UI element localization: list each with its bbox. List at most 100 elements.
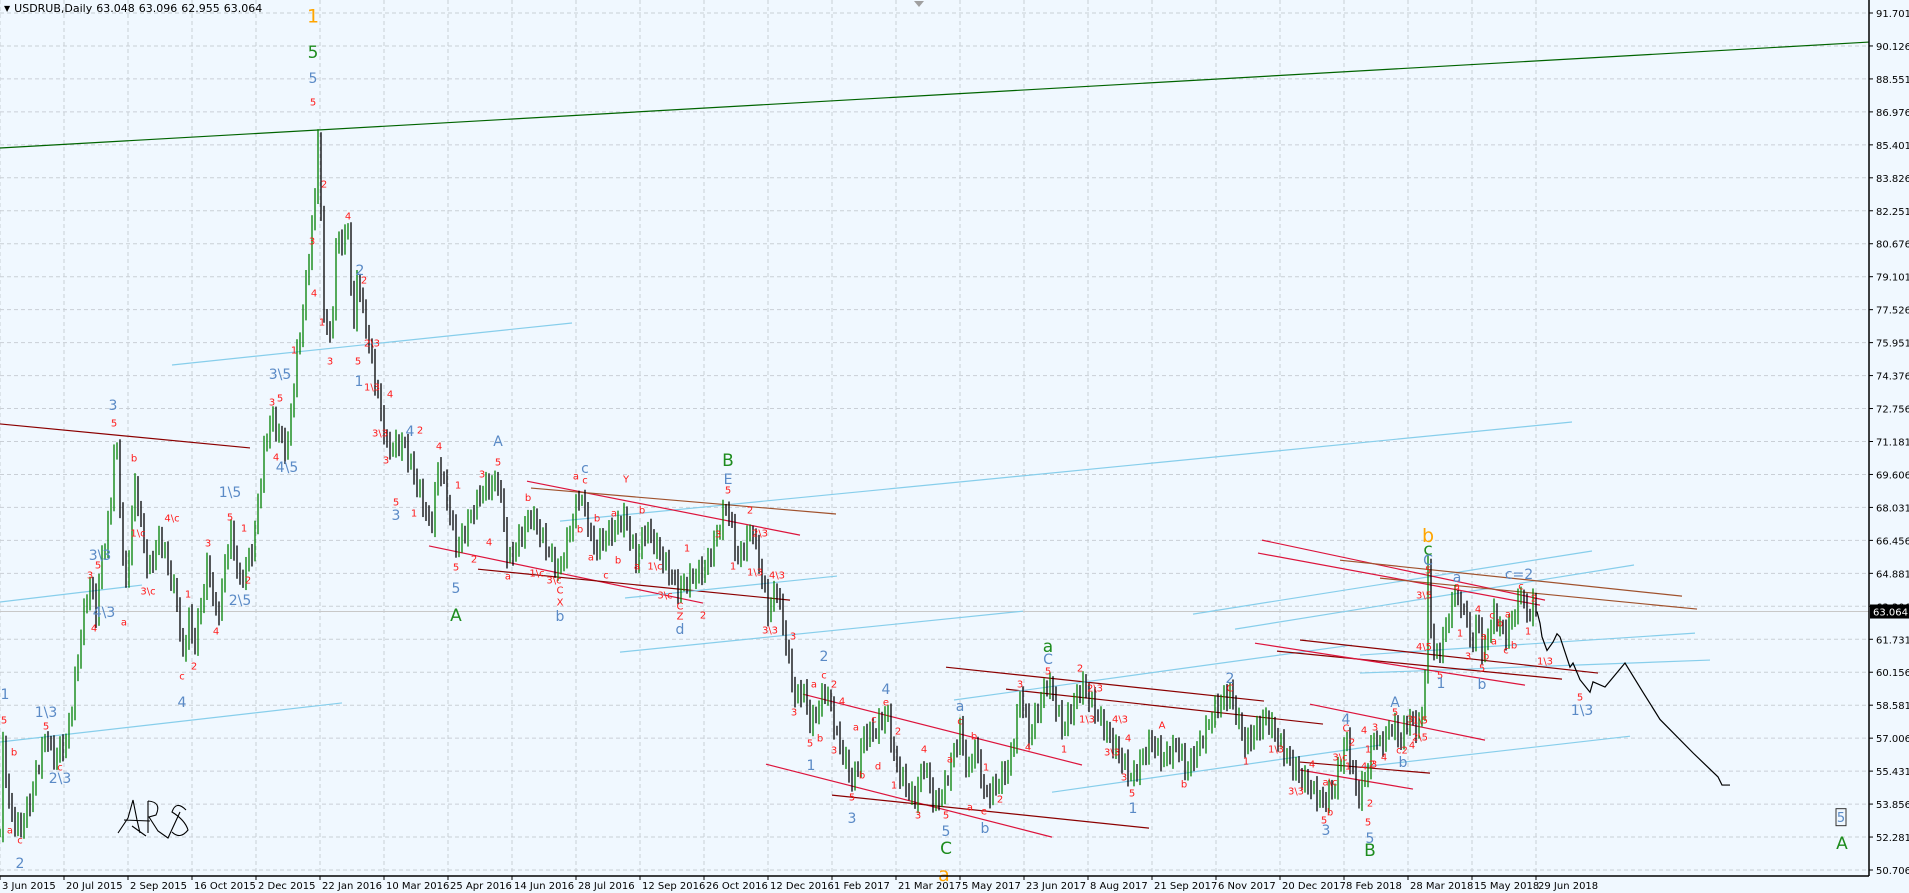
trendline-lightblue[interactable] bbox=[559, 421, 1573, 522]
wave-label: X bbox=[557, 597, 564, 608]
wave-label: c bbox=[957, 717, 963, 728]
wave-label: 2\3 bbox=[1087, 684, 1103, 695]
wave-label: 5 bbox=[1577, 693, 1583, 704]
trendline-maroon[interactable] bbox=[0, 423, 251, 449]
wave-label: e bbox=[883, 698, 889, 709]
trendline-crimson[interactable] bbox=[526, 480, 801, 536]
x-tick-label: 25 Apr 2016 bbox=[450, 881, 512, 892]
wave-label: 5 bbox=[43, 722, 49, 733]
trendline-lightblue[interactable] bbox=[0, 584, 143, 603]
wave-label: 3\5 bbox=[269, 367, 292, 383]
wave-label: 4 bbox=[921, 745, 927, 756]
symbol-label: USDRUB,Daily bbox=[14, 2, 93, 15]
wave-label: 3 bbox=[1322, 823, 1331, 839]
wave-label: 3 bbox=[791, 708, 797, 719]
trendline-crimson[interactable] bbox=[765, 763, 1053, 838]
wave-label: 5 bbox=[452, 581, 461, 597]
wave-label: 4\c bbox=[164, 513, 179, 524]
wave-label: 3\5 bbox=[1416, 591, 1432, 602]
wave-label: b bbox=[817, 734, 823, 745]
wave-label: b bbox=[639, 506, 645, 517]
wave-label: 5 bbox=[942, 824, 951, 840]
y-tick-label: 83.826 bbox=[1876, 174, 1909, 185]
x-tick-label: 8 Aug 2017 bbox=[1090, 881, 1148, 892]
wave-label: 1 bbox=[411, 509, 417, 520]
wave-label: d bbox=[875, 762, 881, 773]
wave-label: 5 bbox=[1392, 708, 1398, 719]
x-tick-label: 29 Jun 2018 bbox=[1538, 881, 1598, 892]
y-tick-label: 71.181 bbox=[1876, 438, 1909, 449]
wave-label: a bbox=[947, 755, 953, 766]
wave-label: b bbox=[1511, 641, 1517, 652]
wave-label: 5 bbox=[943, 811, 949, 822]
wave-label: 2 bbox=[820, 649, 829, 665]
dropdown-triangle-icon[interactable]: ▼ bbox=[4, 4, 10, 13]
wave-label: 3\c bbox=[657, 591, 672, 602]
trendline-lightblue[interactable] bbox=[953, 644, 1353, 701]
wave-label: 4 bbox=[1309, 759, 1315, 770]
wave-label: 1\5 bbox=[1412, 716, 1428, 727]
high-value: 63.096 bbox=[138, 2, 178, 15]
wave-label: c bbox=[179, 672, 185, 683]
wave-label: 2 bbox=[1349, 737, 1355, 748]
x-tick-label: 28 Jul 2016 bbox=[578, 881, 635, 892]
wave-label: 4 bbox=[882, 682, 891, 698]
wave-label: 1\5 bbox=[219, 485, 242, 501]
wave-label: 3 bbox=[1017, 680, 1023, 691]
wave-label: b bbox=[1478, 677, 1487, 693]
wave-label: 4\5 bbox=[1416, 642, 1432, 653]
y-tick-label: 66.456 bbox=[1876, 536, 1909, 547]
wave-label: b bbox=[1399, 755, 1408, 771]
wave-label: b bbox=[615, 555, 621, 566]
wave-label: 2 bbox=[471, 555, 477, 566]
wave-label: C bbox=[1227, 684, 1234, 695]
wave-label: 1 bbox=[1129, 801, 1138, 817]
x-tick-label: 12 Dec 2016 bbox=[770, 881, 834, 892]
wave-label: d bbox=[676, 622, 685, 638]
price-chart[interactable]: 155535b1\54\c 51\c 133\3534\34a3\c2\52142c… bbox=[0, 0, 1909, 893]
wave-label: 1 bbox=[730, 562, 736, 573]
trendline-crimson[interactable] bbox=[1261, 539, 1546, 601]
y-tick-label: 53.856 bbox=[1876, 800, 1909, 811]
wave-label: a bbox=[121, 618, 127, 629]
wave-label: 3\3 bbox=[762, 625, 778, 636]
wave-label: 1 bbox=[319, 317, 325, 328]
trendline-trendgreen[interactable] bbox=[0, 41, 1870, 149]
wave-label: 3 bbox=[831, 745, 837, 756]
wave-label: b bbox=[1181, 780, 1187, 791]
wave-label: 4\5 bbox=[276, 460, 299, 476]
wave-label: 1 bbox=[1437, 676, 1446, 692]
wave-label: 1\c bbox=[529, 569, 544, 580]
chart-shift-marker-icon[interactable] bbox=[914, 1, 924, 7]
x-tick-label: 28 Mar 2018 bbox=[1410, 881, 1473, 892]
wave-label: 1 bbox=[891, 781, 897, 792]
chart-title: ▼ USDRUB,Daily 63.048 63.096 62.955 63.0… bbox=[4, 2, 262, 15]
x-tick-label: 2 Dec 2015 bbox=[258, 881, 316, 892]
wave-label: 5 bbox=[849, 792, 855, 803]
x-tick-label: 23 Jun 2017 bbox=[1026, 881, 1086, 892]
wave-label: 4 bbox=[1381, 753, 1387, 764]
wave-label: a\c bbox=[1323, 778, 1338, 789]
wave-label: 3 bbox=[915, 811, 921, 822]
wave-label: 3 bbox=[87, 571, 93, 582]
trendline-maroon[interactable] bbox=[1276, 650, 1563, 680]
x-tick-label: 15 May 2018 bbox=[1474, 881, 1539, 892]
wave-label: 1 bbox=[983, 763, 989, 774]
wave-label: a bbox=[811, 680, 817, 691]
wave-label: 1 bbox=[455, 480, 461, 491]
last-price-label: 63.064 bbox=[1873, 608, 1908, 619]
trendline-brown[interactable] bbox=[530, 487, 837, 515]
low-value: 62.955 bbox=[181, 2, 220, 15]
wave-label: 3\3 bbox=[1104, 748, 1120, 759]
wave-label: 1 bbox=[684, 544, 690, 555]
wave-label: A bbox=[493, 434, 503, 450]
close-value: 63.064 bbox=[223, 2, 263, 15]
wave-label: a bbox=[1505, 610, 1511, 621]
wave-label: 4 bbox=[387, 390, 393, 401]
wave-label: 1\3 bbox=[1268, 745, 1284, 756]
wave-label: 2\5 bbox=[229, 593, 252, 609]
wave-label: 2\3 bbox=[364, 339, 380, 350]
x-tick-label: 26 Oct 2016 bbox=[706, 881, 768, 892]
wave-label: 5 bbox=[310, 98, 316, 109]
wave-label: a bbox=[956, 699, 965, 715]
